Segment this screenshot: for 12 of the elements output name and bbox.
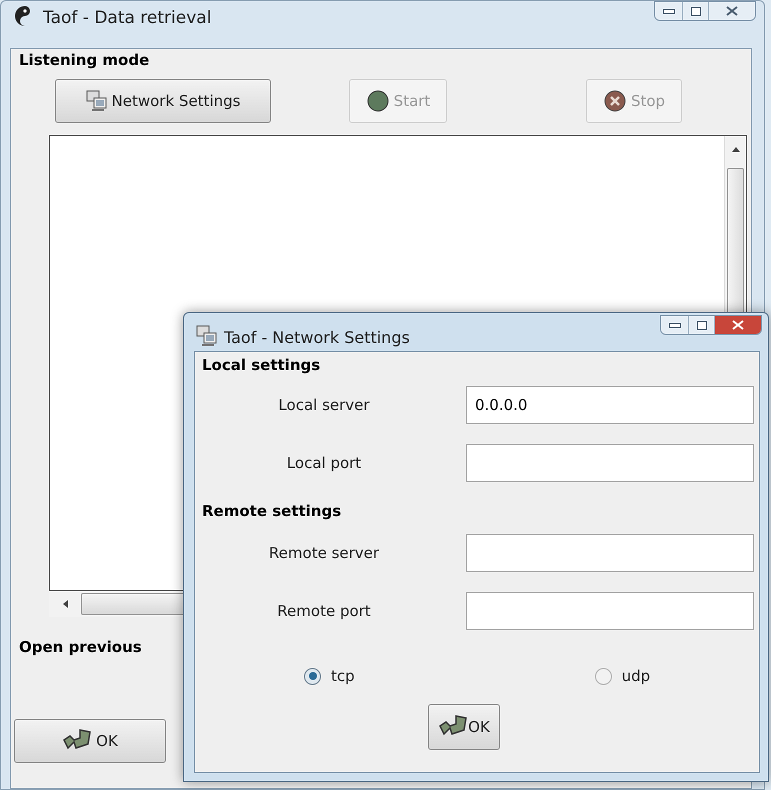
group-title: Remote settings — [202, 501, 342, 522]
field-label: Remote port — [276, 600, 372, 622]
window-title: Taof - Data retrieval — [43, 7, 212, 30]
section-title: Open previous — [19, 637, 142, 658]
field-label: Local server — [277, 394, 371, 416]
section-title: Listening mode — [19, 50, 150, 71]
group-title: Local settings — [202, 355, 322, 376]
field-label: Remote server — [268, 542, 380, 564]
field-label: Local port — [286, 452, 362, 474]
radio-label: udp — [622, 666, 650, 687]
radio-label: tcp — [331, 666, 355, 687]
window-title: Taof - Network Settings — [224, 327, 410, 349]
